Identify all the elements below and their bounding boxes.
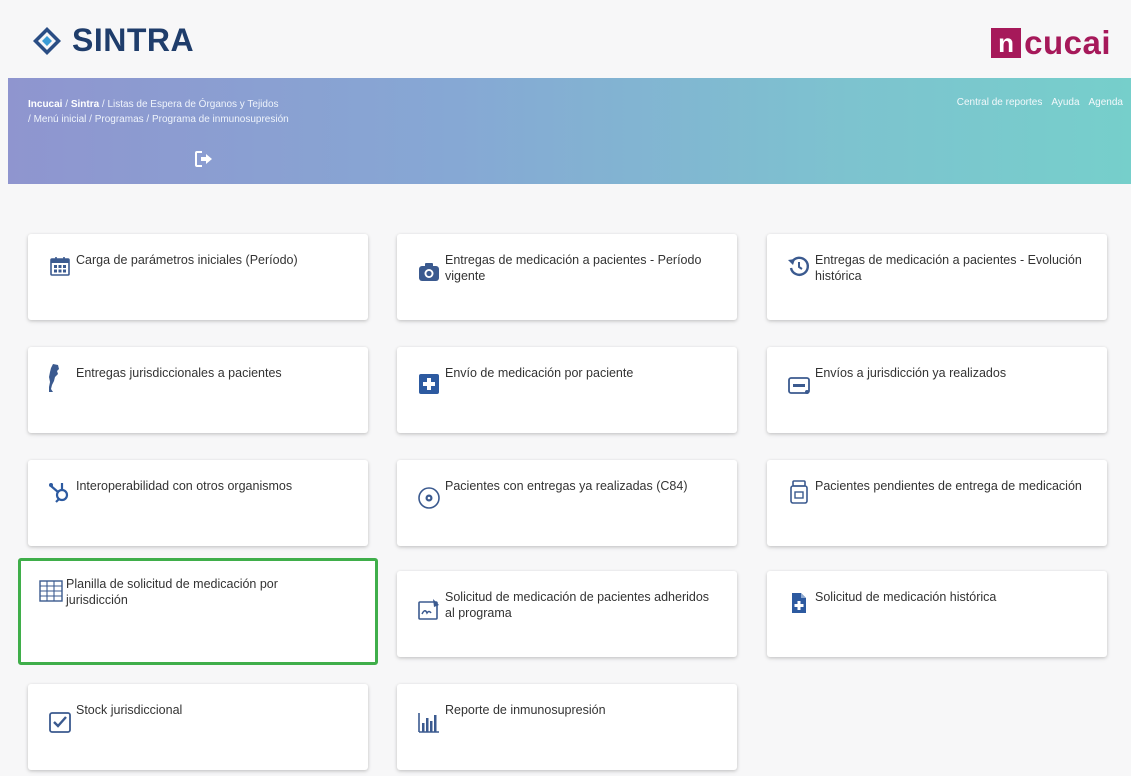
top-links: Central de reportes Ayuda Agenda <box>957 97 1123 108</box>
breadcrumb-item-incucai[interactable]: Incucai <box>28 99 62 110</box>
medical-plus-icon <box>419 374 439 394</box>
breadcrumb-item-sintra[interactable]: Sintra <box>71 99 99 110</box>
breadcrumb-item-programas[interactable]: Programas <box>95 114 144 125</box>
card-reporte-inmunosupresion[interactable]: Reporte de inmunosupresión <box>397 684 737 770</box>
card-entregas-evolucion[interactable]: Entregas de medicación a pacientes - Evo… <box>767 234 1107 320</box>
card-pacientes-pendientes[interactable]: Pacientes pendientes de entrega de medic… <box>767 460 1107 546</box>
table-grid-icon <box>39 580 63 602</box>
sintra-logo[interactable]: SINTRA <box>30 22 194 59</box>
logout-icon[interactable] <box>193 149 215 169</box>
card-label: Solicitud de medicación histórica <box>815 590 997 604</box>
file-medical-icon <box>792 593 806 613</box>
card-label: Entregas de medicación a pacientes - Per… <box>445 253 702 283</box>
card-label: Pacientes con entregas ya realizadas (C8… <box>445 479 688 493</box>
card-solicitud-adheridos[interactable]: Solicitud de medicación de pacientes adh… <box>397 571 737 657</box>
card-solicitud-historica[interactable]: Solicitud de medicación histórica <box>767 571 1107 657</box>
calendar-icon <box>50 257 70 276</box>
breadcrumb-item-programa: Programa de inmunosupresión <box>151 114 289 125</box>
incucai-logo[interactable]: n cucai <box>991 24 1111 62</box>
diamond-logo-icon <box>33 26 61 55</box>
brand-name: SINTRA <box>72 22 195 58</box>
card-envios-realizados[interactable]: Envíos a jurisdicción ya realizados <box>767 347 1107 433</box>
card-stock-jurisdiccional[interactable]: Stock jurisdiccional <box>28 684 368 770</box>
card-label: Planilla de solicitud de medicación por … <box>66 577 278 607</box>
card-label: Envíos a jurisdicción ya realizados <box>815 366 1007 380</box>
card-label: Interoperabilidad con otros organismos <box>76 479 293 493</box>
card-entregas-jurisdiccionales[interactable]: Entregas jurisdiccionales a pacientes <box>28 347 368 433</box>
card-pacientes-entregas[interactable]: Pacientes con entregas ya realizadas (C8… <box>397 460 737 546</box>
card-carga-parametros[interactable]: Carga de parámetros iniciales (Período) <box>28 234 368 320</box>
camera-icon <box>419 263 439 281</box>
breadcrumb: Incucai / Sintra / Listas de Espera de Ó… <box>28 99 289 125</box>
hubspot-icon <box>49 483 69 503</box>
agenda-link[interactable]: Agenda <box>1089 97 1123 108</box>
signature-icon <box>418 599 439 620</box>
history-icon <box>788 256 809 276</box>
card-icon <box>788 377 810 394</box>
navigation-band: Incucai / Sintra / Listas de Espera de Ó… <box>8 78 1131 184</box>
card-planilla-solicitud[interactable]: Planilla de solicitud de medicación por … <box>18 558 378 665</box>
card-entregas-periodo-vigente[interactable]: Entregas de medicación a pacientes - Per… <box>397 234 737 320</box>
card-interoperabilidad[interactable]: Interoperabilidad con otros organismos <box>28 460 368 546</box>
checkbox-icon <box>49 712 71 733</box>
disc-icon <box>418 487 440 509</box>
central-reportes-link[interactable]: Central de reportes <box>957 97 1043 108</box>
prescription-bottle-icon <box>790 480 808 504</box>
partner-logo-text: cucai <box>1024 24 1111 61</box>
card-label: Entregas de medicación a pacientes - Evo… <box>815 253 1082 283</box>
card-label: Pacientes pendientes de entrega de medic… <box>815 479 1082 493</box>
bar-chart-icon <box>418 713 439 733</box>
argentina-map-icon <box>49 364 59 392</box>
breadcrumb-item-menu[interactable]: Menú inicial <box>34 114 87 125</box>
card-envio-medicacion[interactable]: Envío de medicación por paciente <box>397 347 737 433</box>
top-header: SINTRA n cucai <box>0 0 1131 78</box>
card-label: Envío de medicación por paciente <box>445 366 634 380</box>
card-label: Solicitud de medicación de pacientes adh… <box>445 590 710 620</box>
card-label: Entregas jurisdiccionales a pacientes <box>76 366 282 380</box>
card-label: Carga de parámetros iniciales (Período) <box>76 253 298 267</box>
partner-logo-mark: n <box>991 28 1022 58</box>
ayuda-link[interactable]: Ayuda <box>1051 97 1079 108</box>
card-label: Stock jurisdiccional <box>76 703 183 717</box>
breadcrumb-item-listas[interactable]: Listas de Espera de Órganos y Tejidos <box>108 99 279 110</box>
card-label: Reporte de inmunosupresión <box>445 703 606 717</box>
